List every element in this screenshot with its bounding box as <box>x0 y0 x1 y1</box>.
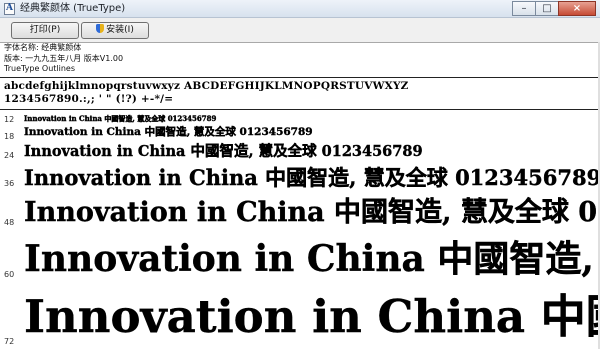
sample-text: Innovation in China 中國智造, 慧及全球 012345678… <box>24 238 600 280</box>
shield-icon <box>96 24 105 33</box>
sample-row-36: 36 Innovation in China 中國智造, 慧及全球 012345… <box>0 164 600 194</box>
size-label: 72 <box>4 337 15 346</box>
charset-symbols: 1234567890.:,; ' " (!?) +-*/= <box>4 93 174 105</box>
size-label: 12 <box>4 115 15 124</box>
sample-row-18: 18 Innovation in China 中國智造, 慧及全球 012345… <box>0 125 600 142</box>
sample-row-60: 60 Innovation in China 中國智造, 慧及全球 012345… <box>0 234 600 286</box>
font-file-icon <box>4 3 15 15</box>
font-name-line: 字体名称: 经典繁颜体 <box>4 43 82 52</box>
sample-text: Innovation in China 中國智造, 慧及全球 012345678… <box>24 165 600 190</box>
close-button[interactable]: × <box>558 1 596 16</box>
sample-text: Innovation in China 中國智造, 慧及全球 012345678… <box>24 290 600 343</box>
size-label: 24 <box>4 151 15 160</box>
sample-row-24: 24 Innovation in China 中國智造, 慧及全球 012345… <box>0 142 600 164</box>
window-title: 经典繁颜体 (TrueType) <box>20 3 126 14</box>
font-version-line: 版本: 一九九五年八月 版本V1.00 <box>4 53 124 63</box>
sample-text: Innovation in China 中國智造, 慧及全球 012345678… <box>24 126 313 138</box>
sample-text: Innovation in China 中國智造, 慧及全球 012345678… <box>24 143 423 160</box>
title-bar: 经典繁颜体 (TrueType) – □ × <box>0 0 600 18</box>
divider <box>0 109 598 110</box>
sample-row-72: 72 Innovation in China 中國智造, 慧及全球 012345… <box>0 286 600 349</box>
sample-row-48: 48 Innovation in China 中國智造, 慧及全球 012345… <box>0 194 600 234</box>
size-label: 48 <box>4 218 15 227</box>
maximize-button[interactable]: □ <box>535 1 559 16</box>
size-label: 60 <box>4 270 15 279</box>
divider <box>0 77 598 78</box>
font-info: 字体名称: 经典繁颜体 版本: 一九九五年八月 版本V1.00 TrueType… <box>4 43 123 75</box>
font-outline-line: TrueType Outlines <box>4 64 76 73</box>
toolbar: 打印(P) 安装(I) <box>0 18 600 42</box>
size-label: 18 <box>4 132 15 141</box>
sample-row-12: 12 Innovation in China 中國智造, 慧及全球 012345… <box>0 113 600 125</box>
charset-letters: abcdefghijklmnopqrstuvwxyz ABCDEFGHIJKLM… <box>4 80 409 92</box>
size-label: 36 <box>4 179 15 188</box>
print-button[interactable]: 打印(P) <box>11 22 79 39</box>
install-button-label: 安装(I) <box>106 25 134 35</box>
print-button-label: 打印(P) <box>29 25 61 35</box>
sample-text: Innovation in China 中國智造, 慧及全球 012345678… <box>24 197 600 228</box>
install-button[interactable]: 安装(I) <box>81 22 149 39</box>
font-preview-area[interactable]: 字体名称: 经典繁颜体 版本: 一九九五年八月 版本V1.00 TrueType… <box>0 42 600 349</box>
sample-text: Innovation in China 中國智造, 慧及全球 012345678… <box>24 114 217 123</box>
window-controls: – □ × <box>512 1 596 17</box>
minimize-button[interactable]: – <box>512 1 536 16</box>
